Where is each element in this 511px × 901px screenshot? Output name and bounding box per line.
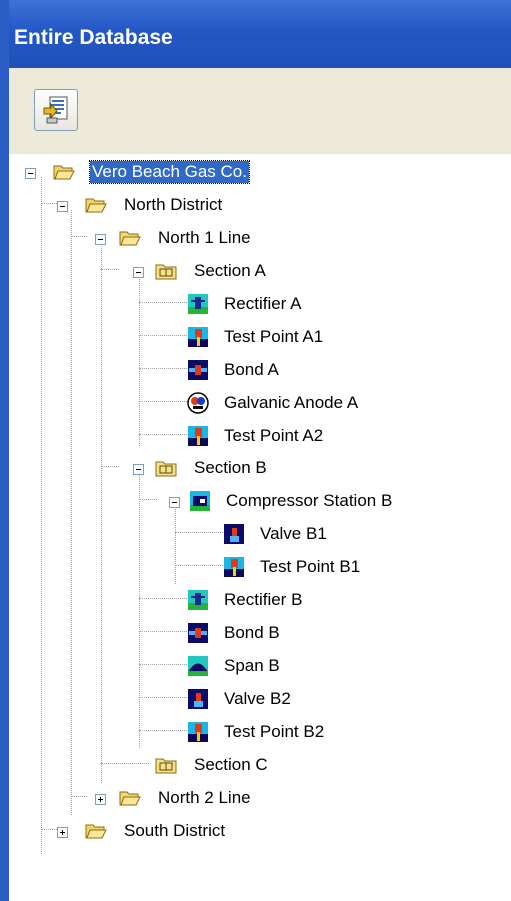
tree-node-test-point-a1[interactable]: Test Point A1 bbox=[9, 323, 323, 351]
bond-icon bbox=[188, 360, 208, 380]
collapse-toggle[interactable] bbox=[57, 201, 68, 212]
tree-node-valve-b2[interactable]: Valve B2 bbox=[9, 685, 309, 713]
compressor-station-icon bbox=[190, 491, 210, 511]
tree-node-label[interactable]: Valve B1 bbox=[258, 523, 329, 545]
section-folder-icon bbox=[155, 461, 177, 477]
tree-node-north-2-line[interactable]: North 2 Line bbox=[9, 784, 309, 812]
tree-node-south-district[interactable]: South District bbox=[9, 817, 309, 845]
tree-node-label[interactable]: Valve B2 bbox=[222, 688, 293, 710]
tree-node-label[interactable]: Test Point B2 bbox=[222, 721, 326, 743]
test-point-icon bbox=[188, 722, 208, 742]
bond-icon bbox=[188, 623, 208, 643]
tree-node-test-point-b2[interactable]: Test Point B2 bbox=[9, 718, 324, 746]
open-folder-icon bbox=[85, 824, 107, 839]
left-border bbox=[0, 0, 9, 901]
test-point-icon bbox=[188, 327, 208, 347]
tree-node-label[interactable]: South District bbox=[122, 820, 227, 842]
expand-toggle[interactable] bbox=[57, 827, 68, 838]
tree-view[interactable]: Vero Beach Gas Co. North District North … bbox=[9, 154, 511, 901]
tree-node-label[interactable]: North 2 Line bbox=[156, 787, 253, 809]
collapse-toggle[interactable] bbox=[133, 267, 144, 278]
tree-node-north-1-line[interactable]: North 1 Line bbox=[9, 224, 309, 252]
open-folder-icon bbox=[85, 198, 107, 213]
tree-node-label[interactable]: Test Point B1 bbox=[258, 556, 362, 578]
span-icon bbox=[188, 656, 208, 676]
panel-header: Entire Database bbox=[0, 0, 511, 68]
tree-node-rectifier-b[interactable]: Rectifier B bbox=[9, 586, 309, 614]
tree-node-label[interactable]: Span B bbox=[222, 655, 282, 677]
collapse-toggle[interactable] bbox=[25, 168, 36, 179]
expand-toggle[interactable] bbox=[95, 794, 106, 805]
test-point-icon bbox=[188, 426, 208, 446]
tree-node-label[interactable]: Bond A bbox=[222, 359, 281, 381]
database-tree-window: Entire Database Vero Beach Gas Co. North… bbox=[0, 0, 511, 901]
tree-node-label[interactable]: Section B bbox=[192, 457, 269, 479]
tree-node-section-a[interactable]: Section A bbox=[9, 257, 309, 285]
report-button[interactable] bbox=[34, 89, 78, 131]
valve-icon bbox=[224, 524, 244, 544]
valve-icon bbox=[188, 689, 208, 709]
collapse-toggle[interactable] bbox=[95, 234, 106, 245]
section-folder-icon bbox=[155, 264, 177, 280]
tree-node-compressor-station-b[interactable]: Compressor Station B bbox=[9, 487, 409, 515]
tree-node-label[interactable]: Rectifier B bbox=[222, 589, 304, 611]
tree-node-label[interactable]: Vero Beach Gas Co. bbox=[89, 160, 250, 184]
tree-node-root[interactable]: Vero Beach Gas Co. bbox=[9, 158, 309, 186]
tree-node-galvanic-anode-a[interactable]: Galvanic Anode A bbox=[9, 389, 358, 417]
tree-node-label[interactable]: Test Point A1 bbox=[222, 326, 325, 348]
galvanic-anode-icon bbox=[187, 392, 209, 414]
tree-node-label[interactable]: Bond B bbox=[222, 622, 282, 644]
tree-node-section-b[interactable]: Section B bbox=[9, 454, 309, 482]
tree-node-label[interactable]: North 1 Line bbox=[156, 227, 253, 249]
tree-node-span-b[interactable]: Span B bbox=[9, 652, 309, 680]
open-folder-icon bbox=[119, 231, 141, 246]
tree-node-label[interactable]: Galvanic Anode A bbox=[222, 392, 360, 414]
tree-node-bond-a[interactable]: Bond A bbox=[9, 356, 309, 384]
tree-node-bond-b[interactable]: Bond B bbox=[9, 619, 309, 647]
open-folder-icon bbox=[53, 165, 75, 180]
tree-node-label[interactable]: Compressor Station B bbox=[224, 490, 394, 512]
test-point-icon bbox=[224, 557, 244, 577]
tree-node-rectifier-a[interactable]: Rectifier A bbox=[9, 290, 309, 318]
tree-node-label[interactable]: Section A bbox=[192, 260, 268, 282]
rectifier-icon bbox=[188, 590, 208, 610]
section-folder-icon bbox=[155, 758, 177, 774]
collapse-toggle[interactable] bbox=[133, 464, 144, 475]
tree-node-north-district[interactable]: North District bbox=[9, 191, 309, 219]
rectifier-icon bbox=[188, 294, 208, 314]
tree-node-label[interactable]: Rectifier A bbox=[222, 293, 303, 315]
report-icon bbox=[43, 96, 68, 124]
panel-title: Entire Database bbox=[14, 26, 173, 49]
open-folder-icon bbox=[119, 791, 141, 806]
tree-node-test-point-a2[interactable]: Test Point A2 bbox=[9, 422, 323, 450]
tree-node-label[interactable]: Test Point A2 bbox=[222, 425, 325, 447]
toolbar bbox=[9, 68, 511, 155]
tree-node-section-c[interactable]: Section C bbox=[9, 751, 309, 779]
tree-node-label[interactable]: Section C bbox=[192, 754, 270, 776]
tree-node-valve-b1[interactable]: Valve B1 bbox=[9, 520, 327, 548]
tree-node-label[interactable]: North District bbox=[122, 194, 224, 216]
tree-node-test-point-b1[interactable]: Test Point B1 bbox=[9, 553, 360, 581]
collapse-toggle[interactable] bbox=[169, 497, 180, 508]
